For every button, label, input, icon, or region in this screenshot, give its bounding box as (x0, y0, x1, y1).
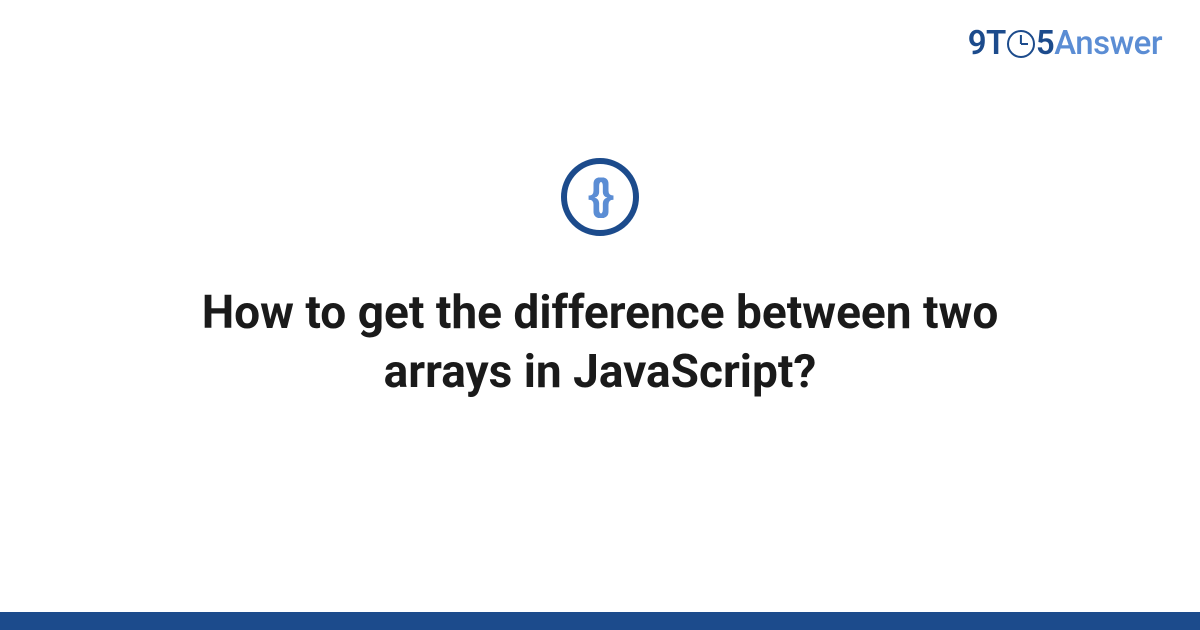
page-title: How to get the difference between two ar… (100, 284, 1100, 402)
bottom-accent-bar (0, 612, 1200, 630)
main-content: {} How to get the difference between two… (0, 0, 1200, 630)
code-braces-icon: {} (561, 158, 639, 236)
brace-right: } (597, 170, 612, 219)
braces-glyph: {} (588, 173, 612, 217)
